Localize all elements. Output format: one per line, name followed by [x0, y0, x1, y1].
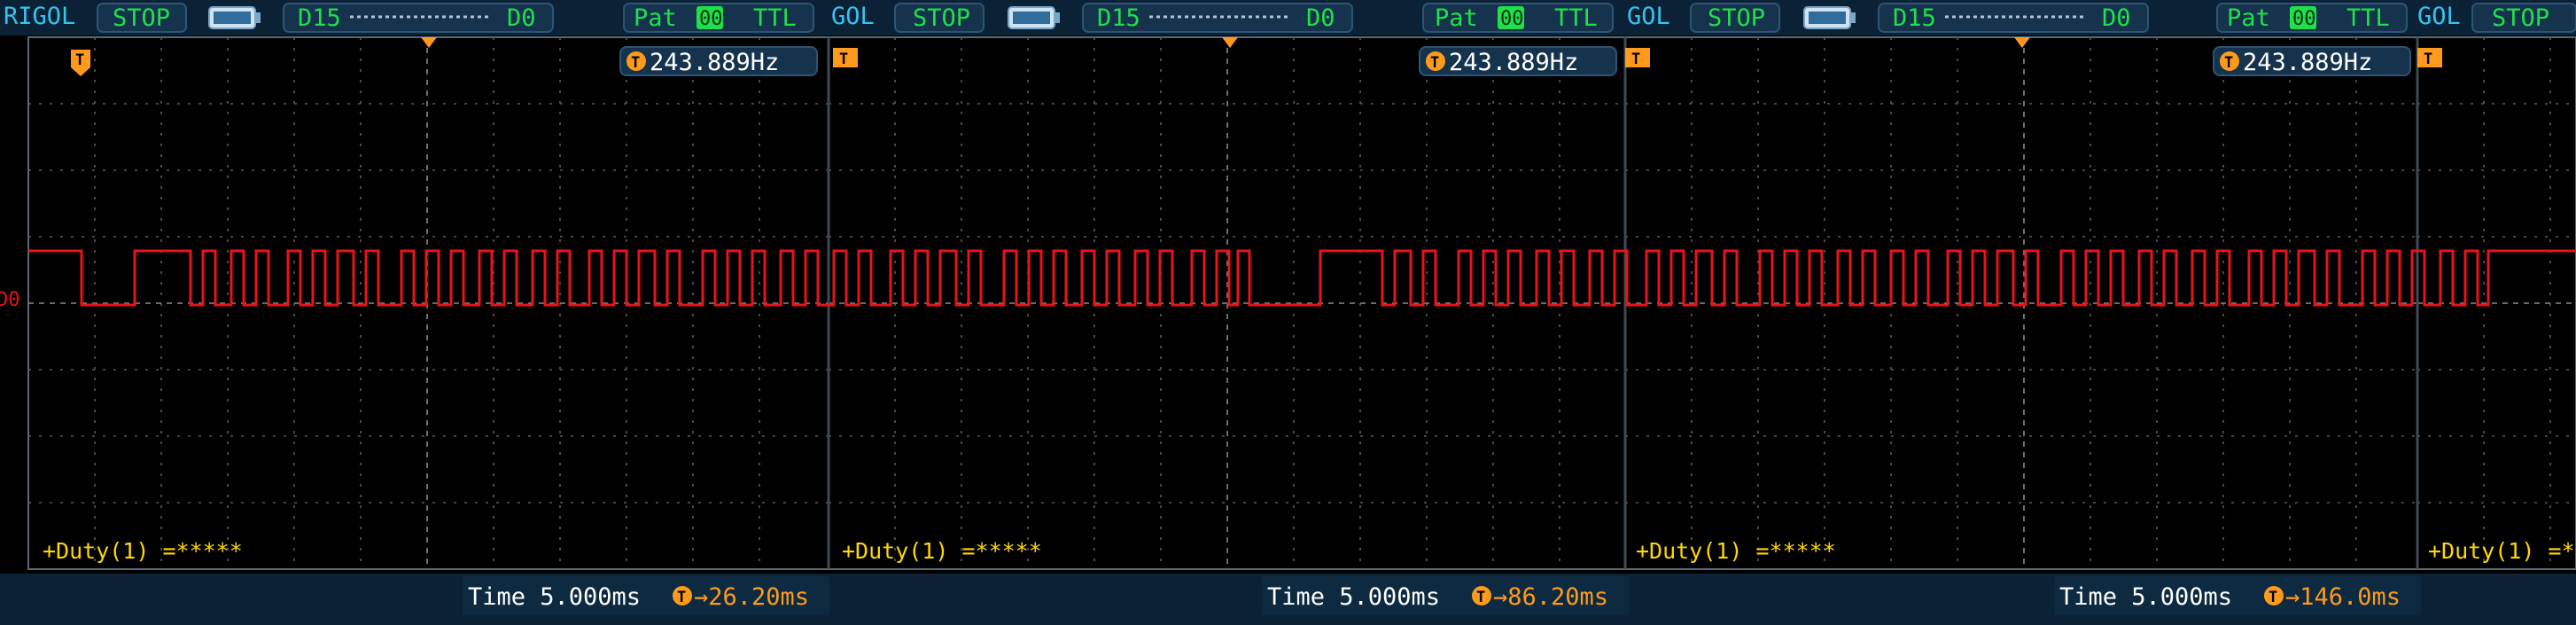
pattern-glyph: 00 [2292, 8, 2316, 30]
svg-text:T: T [677, 589, 686, 606]
frequency-value: 243.889Hz [650, 49, 779, 76]
frequency-value: 243.889Hz [2243, 49, 2372, 76]
timebase-value: Time 5.000ms [468, 583, 641, 611]
digital-range-end: D0 [1306, 4, 1335, 32]
battery-icon [1008, 6, 1060, 29]
screen-3: GOL STOP D15 D0 Pat 00 TTL [1627, 3, 2408, 33]
logic-level: TTL [753, 4, 797, 32]
timebase-value: Time 5.000ms [1267, 583, 1440, 611]
digital-range-start: D15 [298, 4, 341, 32]
run-state-label: STOP [913, 4, 970, 32]
brand-label: GOL [831, 3, 875, 30]
duty-measurement: +Duty(1) =***** [1636, 538, 1836, 564]
trigger-offset: →146.0ms [2285, 583, 2401, 611]
timebase-readouts: Time 5.000ms T →26.20ms Time 5.000ms T →… [463, 576, 2421, 615]
battery-icon [1803, 6, 1856, 29]
trigger-type: Pat [1435, 4, 1478, 32]
background [0, 0, 2576, 625]
battery-icon [208, 6, 261, 29]
brand-label: GOL [1627, 3, 1670, 30]
pattern-glyph: 00 [1500, 8, 1524, 30]
svg-text:T: T [1476, 589, 1485, 606]
oscilloscope-composite-screenshot: D0 RIGOL STOP D15 D0 Pat 00 TTL GOL STOP [0, 0, 2576, 625]
run-state-label: STOP [2492, 4, 2549, 32]
trigger-T-icon: T [833, 48, 858, 68]
timebase-value: Time 5.000ms [2059, 583, 2232, 611]
trigger-offset: →26.20ms [694, 583, 809, 611]
pattern-glyph: 00 [699, 8, 723, 30]
duty-measurement: +Duty(1) =***** [43, 538, 243, 564]
svg-text:T: T [1631, 51, 1640, 68]
digital-range-start: D15 [1893, 4, 1936, 32]
brand-label: GOL [2417, 3, 2461, 30]
trigger-type: Pat [634, 4, 677, 32]
run-state-label: STOP [113, 4, 170, 32]
channel-label-d0: D0 [0, 289, 20, 311]
svg-text:T: T [631, 54, 640, 72]
svg-text:T: T [2269, 589, 2277, 606]
screen-2: GOL STOP D15 D0 Pat 00 TTL [831, 3, 1614, 33]
run-state-label: STOP [1708, 4, 1765, 32]
trigger-offset: →86.20ms [1493, 583, 1608, 611]
duty-measurement: +Duty(1) =** [2428, 538, 2576, 564]
brand-label: RIGOL [4, 3, 75, 30]
digital-range-end: D0 [2102, 4, 2131, 32]
digital-range-start: D15 [1097, 4, 1140, 32]
screen-4-partial: GOL STOP [2417, 3, 2576, 33]
svg-text:T: T [1430, 54, 1439, 72]
svg-text:T: T [839, 51, 848, 68]
svg-text:T: T [75, 51, 84, 69]
svg-text:T: T [2224, 54, 2233, 72]
svg-text:T: T [2424, 51, 2432, 68]
logic-level: TTL [2346, 4, 2390, 32]
logic-level: TTL [1554, 4, 1598, 32]
trigger-T-icon: T [2417, 48, 2442, 68]
frequency-value: 243.889Hz [1449, 49, 1578, 76]
trigger-T-icon: T [1625, 48, 1650, 68]
screen-1: RIGOL STOP D15 D0 Pat 00 TTL [4, 3, 814, 33]
digital-range-end: D0 [507, 4, 536, 32]
trigger-type: Pat [2227, 4, 2270, 32]
duty-measurement: +Duty(1) =***** [842, 538, 1042, 564]
